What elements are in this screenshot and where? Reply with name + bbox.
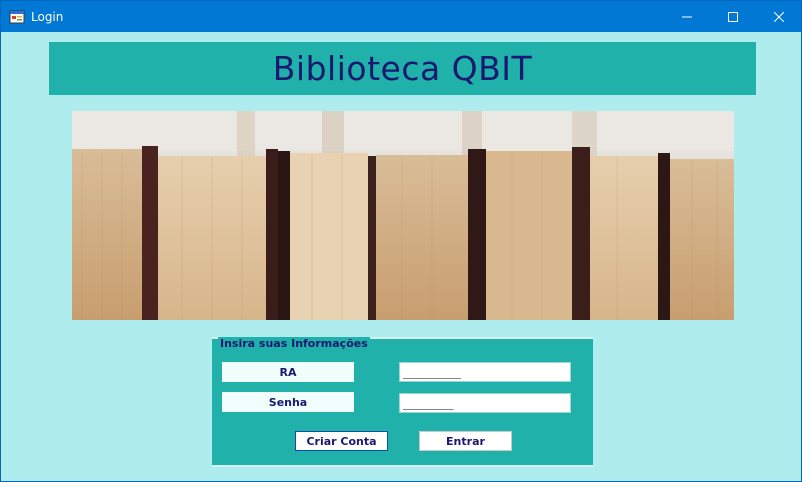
maximize-button[interactable]	[710, 1, 756, 32]
groupbox-title: Insira suas Informações	[218, 337, 370, 350]
window-title: Login	[31, 9, 64, 24]
title-bar[interactable]: Login	[1, 1, 801, 32]
ra-input[interactable]: ________	[399, 362, 571, 382]
close-icon	[774, 11, 784, 22]
senha-input[interactable]: _______	[399, 393, 571, 413]
ra-label: RA	[222, 362, 354, 382]
minimize-icon	[682, 16, 692, 17]
app-form-icon	[9, 9, 25, 25]
senha-label: Senha	[222, 392, 354, 412]
create-account-button[interactable]: Criar Conta	[295, 431, 388, 451]
maximize-icon	[728, 11, 738, 22]
login-window: Login Biblioteca QBIT Insira suas Inform…	[0, 0, 802, 482]
login-groupbox: Insira suas Informações RA ________ Senh…	[212, 337, 593, 467]
enter-button[interactable]: Entrar	[419, 431, 512, 451]
books-image	[72, 111, 734, 320]
page-title: Biblioteca QBIT	[272, 49, 533, 88]
minimize-button[interactable]	[664, 1, 710, 32]
header-banner: Biblioteca QBIT	[49, 42, 756, 95]
close-button[interactable]	[756, 1, 802, 32]
